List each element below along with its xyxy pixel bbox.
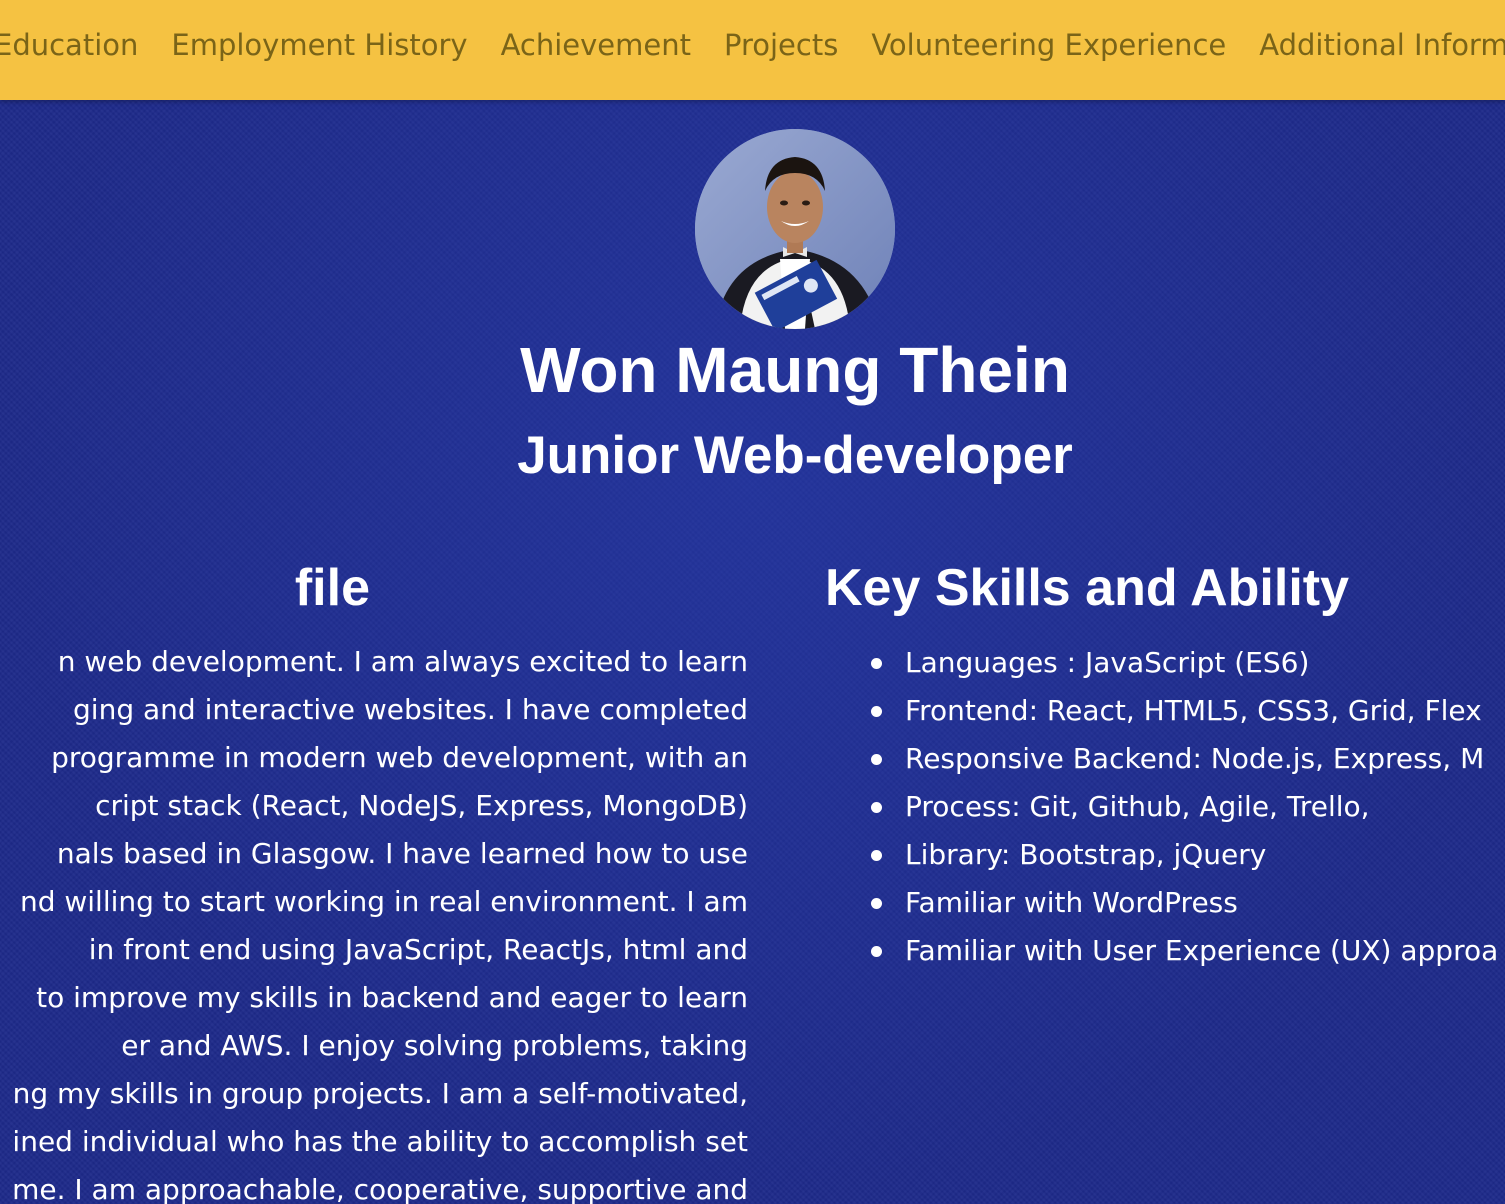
nav-item-employment-history[interactable]: Employment History [171,28,467,62]
bullet-icon [871,658,882,669]
top-navbar: Education Employment History Achievement… [0,0,1505,100]
skill-item: Languages : JavaScript (ES6) [871,639,1505,687]
profile-line: programme in modern web development, wit… [51,741,748,774]
bullet-icon [871,802,882,813]
skill-item: Library: Bootstrap, jQuery [871,831,1505,879]
skills-list: Languages : JavaScript (ES6) Frontend: R… [825,639,1505,975]
bullet-icon [871,754,882,765]
profile-line: ined individual who has the ability to a… [12,1125,748,1158]
job-title: Junior Web-developer [517,426,1073,485]
nav-list: Education Employment History Achievement… [0,0,1505,90]
skill-item: Familiar with User Experience (UX) appro… [871,927,1505,975]
skill-item: Frontend: React, HTML5, CSS3, Grid, Flex [871,687,1505,735]
bullet-icon [871,850,882,861]
page-title: Won Maung Thein [520,334,1070,406]
skill-item: Familiar with WordPress [871,879,1505,927]
bullet-icon [871,946,882,957]
profile-line: nd willing to start working in real envi… [19,885,748,918]
nav-item-volunteering-experience[interactable]: Volunteering Experience [871,28,1226,62]
bullet-icon [871,898,882,909]
nav-item-additional-information[interactable]: Additional Informa [1259,28,1505,62]
profile-line: to improve my skills in backend and eage… [36,981,748,1014]
profile-line: nals based in Glasgow. I have learned ho… [56,837,748,870]
nav-item-education[interactable]: Education [0,28,138,62]
profile-line: n web development. I am always excited t… [57,645,748,678]
profile-line: ng my skills in group projects. I am a s… [12,1077,748,1110]
bullet-icon [871,706,882,717]
profile-heading: file [294,559,370,617]
avatar [695,129,895,329]
profile-line: ging and interactive websites. I have co… [73,693,748,726]
profile-line: cript stack (React, NodeJS, Express, Mon… [95,789,748,822]
skill-item: Responsive Backend: Node.js, Express, M [871,735,1505,783]
profile-section: file n web development. I am always exci… [0,555,760,1204]
profile-line: in front end using JavaScript, ReactJs, … [88,933,748,966]
skill-item: Process: Git, Github, Agile, Trello, [871,783,1505,831]
profile-line: er and AWS. I enjoy solving problems, ta… [121,1029,748,1062]
profile-text: n web development. I am always excited t… [0,638,748,1204]
nav-item-projects[interactable]: Projects [724,28,838,62]
skills-section: Key Skills and Ability Languages : JavaS… [825,555,1505,1055]
nav-item-achievement[interactable]: Achievement [501,28,691,62]
skills-heading: Key Skills and Ability [825,559,1350,617]
profile-photo-icon [695,129,895,329]
profile-line: me. I am approachable, cooperative, supp… [12,1173,748,1204]
